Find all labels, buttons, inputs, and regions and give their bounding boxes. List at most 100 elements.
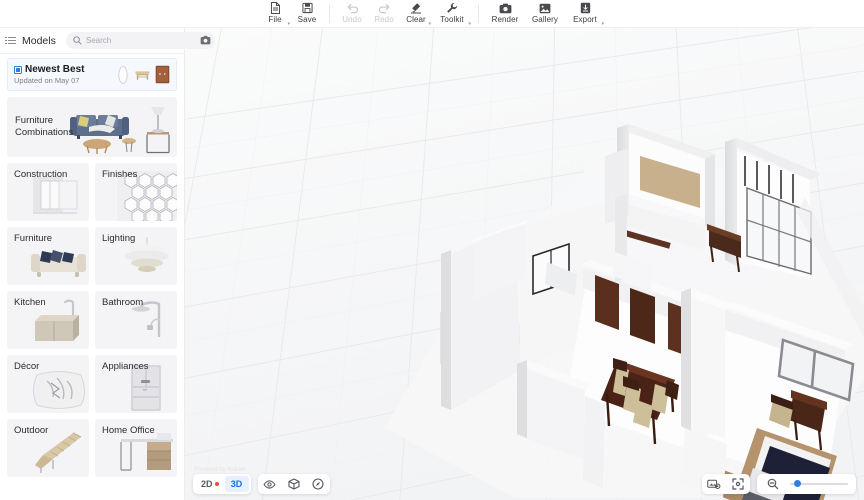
- undo-icon: [346, 2, 359, 14]
- category-kitchen[interactable]: Kitchen: [7, 291, 89, 349]
- toolkit-button[interactable]: Toolkit ▾: [432, 0, 472, 28]
- search-icon: [73, 36, 82, 45]
- featured-subtitle: Updated on May 07: [14, 75, 80, 85]
- featured-title-row: Newest Best: [14, 64, 111, 76]
- zoom-track[interactable]: [790, 480, 848, 487]
- search-box[interactable]: [65, 32, 215, 49]
- powered-by-watermark: Powered by Kujiale: [194, 467, 245, 473]
- list-icon[interactable]: [5, 37, 16, 44]
- category-decor[interactable]: Décor: [7, 355, 89, 413]
- category-home-office[interactable]: Home Office: [95, 419, 177, 477]
- export-button[interactable]: Export ▾: [565, 0, 605, 28]
- design-viewport-3d[interactable]: Powered by Kujiale 2D 3D: [185, 28, 864, 500]
- gallery-button[interactable]: Gallery: [525, 0, 565, 28]
- watermark-text: Powered by Kujiale: [194, 467, 246, 473]
- chevron-down-icon: ▾: [428, 21, 431, 27]
- category-label: Finishes: [102, 169, 138, 180]
- category-label: Furniture: [14, 233, 53, 244]
- notification-dot-icon: [214, 482, 219, 486]
- sidebar-title: Models: [22, 34, 56, 47]
- zoom-knob[interactable]: [794, 480, 802, 487]
- chevron-down-icon: ▾: [601, 21, 604, 27]
- category-label: Décor: [14, 361, 40, 372]
- toolbar-group-edit: Undo Redo Clear ▾ Toolkit ▾: [336, 0, 472, 28]
- file-label: File: [268, 15, 282, 24]
- category-lighting[interactable]: Lighting: [95, 227, 177, 285]
- category-label: Outdoor: [14, 425, 49, 436]
- zoom-out-icon[interactable]: [761, 474, 785, 494]
- toolbar-group-file: File ▾ Save: [259, 0, 323, 28]
- furniture-combination-thumb: [70, 107, 170, 154]
- zoom-slider[interactable]: [757, 474, 856, 494]
- top-toolbar: File ▾ Save Undo Redo Clear ▾ Toolkit ▾ …: [0, 0, 864, 28]
- save-icon: [301, 2, 313, 14]
- view-mode-switch: 2D 3D: [193, 474, 251, 494]
- new-badge-icon: [14, 65, 22, 74]
- view-mode-3d-label: 3D: [230, 479, 243, 489]
- undo-label: Undo: [342, 15, 362, 24]
- camera-search-icon[interactable]: [200, 35, 211, 46]
- export-icon: [580, 2, 591, 14]
- category-bathroom[interactable]: Bathroom: [95, 291, 177, 349]
- floorplan-3d-render[interactable]: [185, 28, 864, 500]
- view-mode-3d[interactable]: 3D: [224, 476, 249, 492]
- undo-button[interactable]: Undo: [336, 0, 368, 28]
- door: [595, 275, 619, 330]
- category-appliances[interactable]: Appliances: [95, 355, 177, 413]
- render-button[interactable]: Render: [485, 0, 525, 28]
- models-sidebar: Models Newest Best Updated on May 07: [0, 28, 215, 500]
- redo-label: Redo: [374, 15, 394, 24]
- toolkit-label: Toolkit: [440, 15, 464, 24]
- clear-button[interactable]: Clear ▾: [400, 0, 432, 28]
- category-grid: Construction Finishes Furniture Lighting…: [7, 163, 177, 477]
- compass-icon[interactable]: [306, 474, 330, 494]
- chevron-down-icon: ▾: [287, 21, 290, 27]
- bench-thumb[interactable]: [135, 64, 150, 85]
- combo-title: Furniture Combinations: [15, 115, 77, 139]
- featured-name: Newest Best: [25, 63, 85, 75]
- fit-screen-icon[interactable]: [726, 474, 750, 494]
- eye-icon[interactable]: [258, 474, 282, 494]
- clear-icon: [410, 2, 422, 14]
- category-label: Kitchen: [14, 297, 46, 308]
- gallery-label: Gallery: [531, 15, 559, 24]
- redo-button[interactable]: Redo: [368, 0, 400, 28]
- sidebar-header: Models: [0, 28, 215, 54]
- capture-tools-group: [702, 474, 750, 494]
- chevron-down-icon: ▾: [468, 21, 471, 27]
- vase-thumb[interactable]: [115, 64, 130, 85]
- view-mode-2d[interactable]: 2D: [195, 476, 225, 492]
- wrench-icon: [446, 2, 458, 14]
- toolbar-divider-1: [329, 4, 330, 23]
- category-label: Lighting: [102, 233, 136, 244]
- category-construction[interactable]: Construction: [7, 163, 89, 221]
- viewport-bottom-left-controls: 2D 3D: [193, 474, 330, 494]
- save-button[interactable]: Save: [291, 0, 323, 28]
- category-finishes[interactable]: Finishes: [95, 163, 177, 221]
- render-label: Render: [491, 15, 519, 24]
- clear-label: Clear: [406, 15, 426, 24]
- cabinet-thumb[interactable]: [155, 64, 170, 85]
- combo-title-line2: Combinations: [15, 127, 74, 138]
- redo-icon: [378, 2, 391, 14]
- category-furniture[interactable]: Furniture: [7, 227, 89, 285]
- featured-item-newest-best[interactable]: Newest Best Updated on May 07: [7, 58, 177, 91]
- camera-icon: [499, 2, 512, 14]
- screenshot-settings-icon[interactable]: [702, 474, 726, 494]
- category-furniture-combinations[interactable]: Furniture Combinations: [7, 97, 177, 157]
- export-label: Export: [573, 15, 597, 24]
- category-label: Construction: [14, 169, 68, 180]
- cube-icon[interactable]: [282, 474, 306, 494]
- category-outdoor[interactable]: Outdoor: [7, 419, 89, 477]
- file-button[interactable]: File ▾: [259, 0, 291, 28]
- toolbar-divider-2: [478, 4, 479, 23]
- toolbar-group-output: Render Gallery Export ▾: [485, 0, 605, 28]
- search-input[interactable]: [85, 36, 196, 45]
- gallery-icon: [539, 2, 551, 14]
- file-icon: [270, 2, 281, 14]
- viewport-bottom-right-controls: [702, 474, 856, 494]
- save-label: Save: [297, 15, 317, 24]
- sidebar-content[interactable]: Newest Best Updated on May 07 Furniture: [0, 54, 184, 500]
- view-tools-group: [257, 474, 330, 494]
- combo-title-line1: Furniture: [15, 115, 54, 126]
